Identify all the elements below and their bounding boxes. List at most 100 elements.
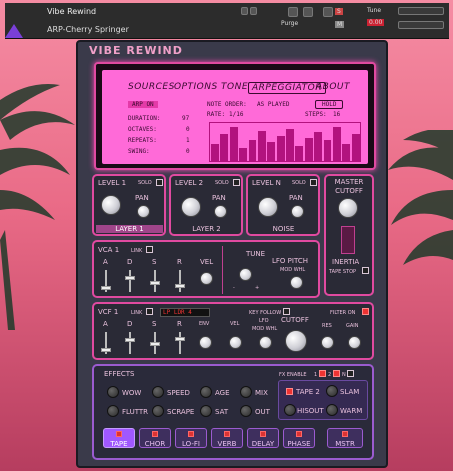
vca-sustain-handle[interactable] [150, 281, 160, 285]
scrape-knob[interactable] [152, 405, 164, 417]
inertia-slider[interactable] [341, 226, 355, 254]
octaves-value[interactable]: 0 [186, 126, 190, 133]
vcf-env-knob[interactable] [199, 336, 212, 349]
hisout-knob[interactable] [284, 404, 296, 416]
prev-preset-button[interactable] [241, 7, 248, 15]
wow-knob[interactable] [107, 386, 119, 398]
rate-value[interactable]: 1/16 [229, 111, 243, 118]
vcf-cutoff-knob[interactable] [285, 330, 307, 352]
vca-link-checkbox[interactable] [146, 246, 153, 253]
vcf-lfo-knob[interactable] [259, 336, 272, 349]
vca-lfo-pitch-knob[interactable] [290, 276, 303, 289]
vca-decay-handle[interactable] [125, 276, 135, 280]
steps-value[interactable]: 16 [333, 111, 340, 118]
vcf-release-slider[interactable] [179, 332, 181, 354]
s-button[interactable]: S [335, 8, 343, 15]
arp-step-bar[interactable] [248, 140, 257, 161]
fx-tape-button[interactable]: TAPE [103, 428, 135, 448]
out-knob[interactable] [240, 405, 252, 417]
speed-knob[interactable] [152, 386, 164, 398]
vcf-link-checkbox[interactable] [146, 308, 153, 315]
layer-1-pan-knob[interactable] [137, 205, 150, 218]
noise-solo-checkbox[interactable] [310, 179, 317, 186]
repeats-value[interactable]: 1 [186, 137, 190, 144]
purge-label[interactable]: Purge [281, 20, 298, 27]
vcf-attack-handle[interactable] [101, 348, 111, 352]
tape-stop-checkbox[interactable] [362, 267, 369, 274]
arp-step-bar[interactable] [295, 146, 304, 161]
arp-step-bar[interactable] [286, 129, 294, 161]
flutter-knob[interactable] [107, 405, 119, 417]
fx-phase-button[interactable]: PHASE [283, 428, 315, 448]
mix-knob[interactable] [240, 386, 252, 398]
noise-level-knob[interactable] [258, 197, 278, 217]
fx-mstr-button[interactable]: MSTR [327, 428, 363, 448]
arp-step-bar[interactable] [332, 127, 341, 161]
camera-icon[interactable] [288, 7, 298, 17]
swing-value[interactable]: 0 [186, 148, 190, 155]
vca-tune-knob[interactable] [239, 268, 252, 281]
slam-knob[interactable] [326, 385, 338, 397]
key-follow-checkbox[interactable] [283, 308, 290, 315]
noise-pan-knob[interactable] [291, 205, 304, 218]
step-sequencer[interactable] [209, 122, 361, 162]
fx-chor-button[interactable]: CHOR [139, 428, 171, 448]
vcf-decay-slider[interactable] [129, 332, 131, 354]
sat-knob[interactable] [200, 405, 212, 417]
arp-step-bar[interactable] [257, 131, 266, 161]
arp-step-bar[interactable] [314, 132, 322, 161]
noise-name[interactable]: NOISE [250, 225, 317, 233]
vca-decay-slider[interactable] [129, 270, 131, 292]
arp-step-bar[interactable] [276, 136, 285, 161]
layer-1-solo-checkbox[interactable] [156, 179, 163, 186]
arp-step-bar[interactable] [267, 142, 276, 161]
vcf-sustain-handle[interactable] [150, 342, 160, 346]
pan-slider[interactable] [398, 21, 444, 29]
info-icon[interactable] [303, 7, 313, 17]
preset-name[interactable]: ARP-Cherry Springer [47, 25, 129, 34]
instrument-name[interactable]: Vibe Rewind [47, 7, 96, 16]
arp-step-bar[interactable] [323, 140, 332, 161]
arp-step-bar[interactable] [220, 134, 229, 161]
close-icon[interactable] [323, 7, 333, 17]
layer-1-name[interactable]: LAYER 1 [96, 225, 163, 233]
layer-2-solo-checkbox[interactable] [233, 179, 240, 186]
vcf-vel-knob[interactable] [229, 336, 242, 349]
fx-enable-1-checkbox[interactable] [319, 370, 326, 377]
arp-step-bar[interactable] [351, 134, 360, 161]
note-order-value[interactable]: AS PLAYED [257, 101, 290, 108]
tune-value[interactable]: 0.00 [367, 19, 385, 26]
tab-sources[interactable]: SOURCES [128, 82, 175, 92]
fx-lofi-button[interactable]: LO-FI [175, 428, 207, 448]
fx-delay-button[interactable]: DELAY [247, 428, 279, 448]
tab-about[interactable]: ABOUT [316, 82, 350, 92]
age-knob[interactable] [200, 386, 212, 398]
layer-2-pan-knob[interactable] [214, 205, 227, 218]
master-cutoff-knob[interactable] [338, 198, 358, 218]
layer-2-level-knob[interactable] [181, 197, 201, 217]
layer-1-level-knob[interactable] [101, 195, 121, 215]
arp-on-toggle[interactable]: ARP ON [128, 101, 158, 108]
vca-vel-knob[interactable] [200, 272, 213, 285]
vca-attack-handle[interactable] [101, 286, 111, 290]
vcf-release-handle[interactable] [175, 337, 185, 341]
arp-step-bar[interactable] [211, 144, 219, 161]
filter-type-select[interactable]: LP LDR 4 [160, 308, 210, 317]
hold-button[interactable]: HOLD [315, 100, 344, 109]
vca-release-slider[interactable] [179, 270, 181, 292]
layer-2-name[interactable]: LAYER 2 [173, 225, 240, 233]
fx-verb-button[interactable]: VERB [211, 428, 243, 448]
tab-options[interactable]: OPTIONS [174, 82, 218, 92]
vcf-gain-knob[interactable] [348, 336, 361, 349]
arp-step-bar[interactable] [342, 144, 351, 161]
tab-tone[interactable]: TONE [221, 82, 248, 92]
m-button[interactable]: M [335, 21, 345, 28]
fx-enable-2-checkbox[interactable] [333, 370, 340, 377]
tape-2-checkbox[interactable] [286, 388, 293, 395]
vcf-res-knob[interactable] [321, 336, 334, 349]
volume-slider[interactable] [398, 7, 444, 15]
filter-on-checkbox[interactable] [362, 308, 369, 315]
fx-enable-n-checkbox[interactable] [347, 370, 354, 377]
arp-step-bar[interactable] [229, 127, 238, 161]
warm-knob[interactable] [326, 404, 338, 416]
